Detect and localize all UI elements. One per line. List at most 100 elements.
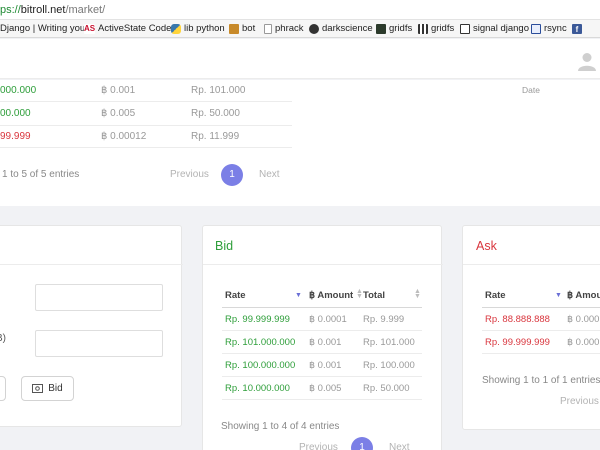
- bookmark-gridfs-2[interactable]: gridfs: [418, 20, 455, 37]
- ask-card: Ask Rate ▼ ฿ Amou Rp. 88.888.888 ฿ 0.000…: [462, 225, 600, 430]
- bid-rate: Rp. 10.000.000: [225, 383, 290, 394]
- amount-column-header[interactable]: ฿ Amou: [567, 290, 600, 301]
- bookmark-bot[interactable]: bot: [229, 20, 256, 37]
- rsync-icon: [531, 24, 541, 34]
- bookmark-rsync[interactable]: rsync: [531, 20, 567, 37]
- page-1-button[interactable]: 1: [351, 437, 373, 450]
- bid-total: Rp. 100.000: [363, 360, 415, 371]
- page-1-button[interactable]: 1: [221, 164, 243, 186]
- history-rate: 000.000: [0, 85, 37, 96]
- bookmark-label: gridfs: [389, 23, 413, 34]
- row-divider: [0, 125, 292, 126]
- bookmarks-bar: Django | Writing you... AS ActiveState C…: [0, 20, 600, 38]
- history-total: Rp. 11.999: [191, 131, 240, 142]
- row-divider: [482, 330, 600, 331]
- row-divider: [222, 376, 422, 377]
- header-divider: [222, 307, 422, 308]
- bid-amount: ฿ 0.005: [309, 383, 342, 394]
- history-total: Rp. 50.000: [191, 108, 240, 119]
- sort-icon[interactable]: ▲ ▼: [356, 288, 363, 300]
- url-scheme: ps://: [0, 4, 21, 16]
- page-icon: [264, 24, 272, 34]
- sell-button[interactable]: [0, 376, 6, 401]
- bookmark-darkscience[interactable]: darkscience: [309, 20, 373, 37]
- app-header: [0, 39, 600, 79]
- bid-card: Bid Rate ▼ ฿ Amount ▲ ▼ Total ▲ ▼ Rp. 99.9…: [202, 225, 443, 450]
- bookmark-facebook[interactable]: f: [572, 20, 582, 37]
- ask-amount: ฿ 0.000: [567, 314, 600, 325]
- url-host: bitroll.net: [20, 4, 66, 16]
- previous-button[interactable]: Previous: [560, 396, 599, 407]
- bid-rate: Rp. 101.000.000: [225, 337, 296, 348]
- order-form-card: B) Bid: [0, 225, 183, 427]
- previous-button[interactable]: Previous: [299, 442, 338, 450]
- facebook-icon: f: [572, 24, 582, 34]
- bookmark-label: bot: [242, 23, 256, 34]
- row-divider: [222, 330, 422, 331]
- history-total: Rp. 101.000: [191, 85, 246, 96]
- bookmark-label: signal django: [473, 23, 529, 34]
- bookmark-label: Django | Writing you...: [0, 23, 94, 34]
- user-avatar-icon[interactable]: [577, 51, 597, 71]
- sort-icon[interactable]: ▲ ▼: [414, 288, 421, 300]
- ask-rate: Rp. 99.999.999: [485, 337, 550, 348]
- history-rate: 99.999: [0, 131, 31, 142]
- rate-column-header[interactable]: Rate: [485, 290, 506, 301]
- bid-button[interactable]: Bid: [21, 376, 74, 401]
- sort-desc-icon[interactable]: ▼: [295, 292, 302, 299]
- rate-input[interactable]: [35, 284, 163, 311]
- bid-title: Bid: [215, 239, 234, 253]
- bid-amount: ฿ 0.0001: [309, 314, 347, 325]
- next-button[interactable]: Next: [389, 442, 410, 450]
- bookmark-label: darkscience: [322, 23, 373, 34]
- activestate-icon: AS: [84, 24, 96, 34]
- bookmark-gridfs[interactable]: gridfs: [376, 20, 413, 37]
- sort-desc-icon[interactable]: ▼: [555, 292, 562, 299]
- total-column-header[interactable]: Total: [363, 290, 385, 301]
- bid-total: Rp. 9.999: [363, 314, 405, 325]
- bookmark-lib-python[interactable]: lib python: [171, 20, 225, 37]
- market-history-panel: Date 000.000 ฿ 0.001 Rp. 101.000 00.000 …: [0, 80, 600, 206]
- amount-input[interactable]: [35, 330, 163, 357]
- bookmark-label: phrack: [275, 23, 304, 34]
- bid-rate: Rp. 99.999.999: [225, 314, 290, 325]
- bookmark-signal-django[interactable]: signal django: [460, 20, 529, 37]
- history-amount: ฿ 0.005: [101, 108, 136, 119]
- bookmark-label: gridfs: [431, 23, 455, 34]
- next-button[interactable]: Next: [259, 169, 280, 180]
- gridfs-icon: [376, 24, 386, 34]
- amount-column-header[interactable]: ฿ Amount: [309, 290, 353, 301]
- bookmark-django[interactable]: Django | Writing you...: [0, 20, 94, 37]
- bookmark-label: rsync: [544, 23, 567, 34]
- address-bar[interactable]: ps://bitroll.net/market/: [0, 0, 600, 20]
- bid-button-label: Bid: [48, 383, 63, 394]
- ask-title: Ask: [476, 239, 497, 253]
- ask-rate: Rp. 88.888.888: [485, 314, 550, 325]
- bid-total: Rp. 50.000: [363, 383, 410, 394]
- row-divider: [0, 101, 292, 102]
- url-path: /market/: [65, 4, 106, 16]
- ask-amount: ฿ 0.000: [567, 337, 600, 348]
- table-info: Showing 1 to 1 of 1 entries: [482, 375, 600, 386]
- rate-column-header[interactable]: Rate: [225, 290, 246, 301]
- history-amount: ฿ 0.001: [101, 85, 136, 96]
- card-header-divider: [203, 264, 443, 265]
- darkscience-icon: [309, 24, 319, 34]
- table-info: 1 to 5 of 5 entries: [2, 169, 80, 180]
- previous-button[interactable]: Previous: [170, 169, 209, 180]
- date-column-header: Date: [522, 85, 540, 95]
- bid-amount: ฿ 0.001: [309, 360, 342, 371]
- money-icon: [32, 384, 44, 393]
- bid-amount: ฿ 0.001: [309, 337, 342, 348]
- bookmark-activestate[interactable]: AS ActiveState Code: [84, 20, 171, 37]
- row-divider: [0, 147, 292, 148]
- amount-label: B): [0, 333, 6, 344]
- card-header-divider: [0, 264, 183, 265]
- bookmark-phrack[interactable]: phrack: [264, 20, 304, 37]
- signal-icon: [460, 24, 470, 34]
- bot-icon: [229, 24, 239, 34]
- bookmark-label: lib python: [184, 23, 225, 34]
- bid-total: Rp. 101.000: [363, 337, 415, 348]
- python-icon: [171, 24, 181, 34]
- row-divider: [222, 399, 422, 400]
